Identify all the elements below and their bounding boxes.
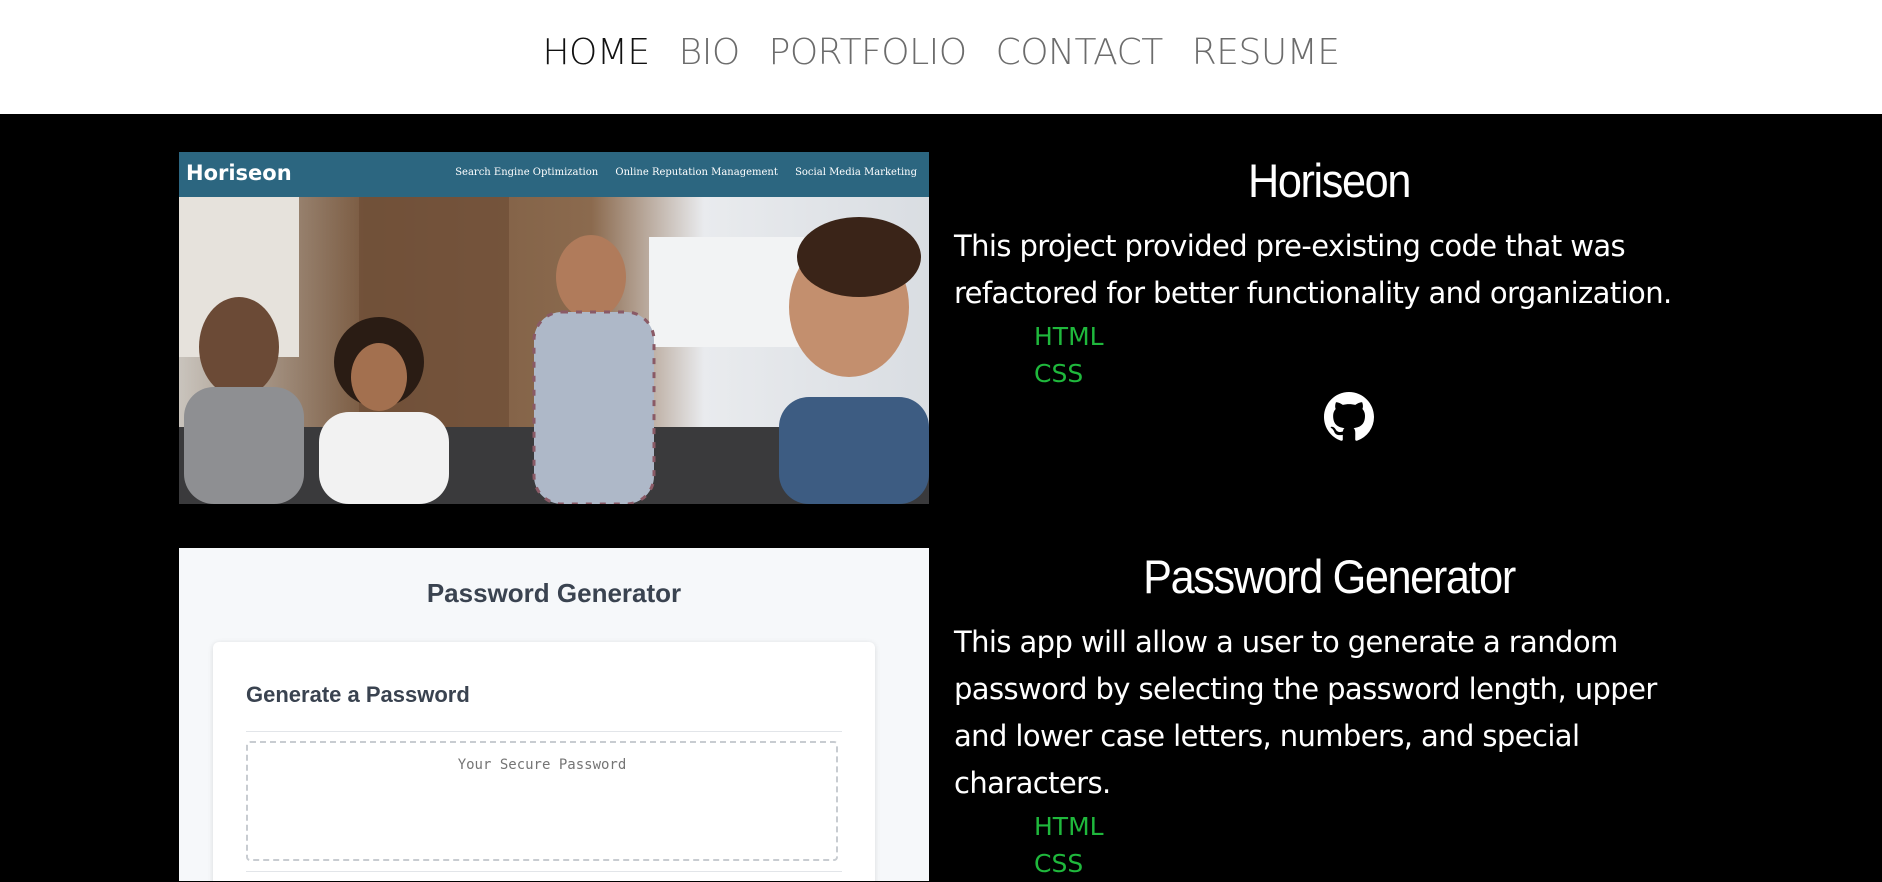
project-description-password-generator: This app will allow a user to generate a… <box>954 625 1657 800</box>
horiseon-link-orm: Online Reputation Management <box>615 167 778 178</box>
tech-item: HTML <box>1034 322 1104 351</box>
horiseon-logo: Horiseon <box>186 161 292 185</box>
tech-item: CSS <box>1034 359 1084 388</box>
project-title-horiseon: Horiseon <box>1247 154 1411 207</box>
horiseon-link-smm: Social Media Marketing <box>795 167 917 178</box>
nav-links: HOME BIO PORTFOLIO CONTACT RESUME <box>0 32 1882 73</box>
password-output[interactable] <box>246 741 838 861</box>
project-description-horiseon: This project provided pre-existing code … <box>954 229 1672 310</box>
github-icon[interactable] <box>1324 392 1374 442</box>
pg-divider <box>246 871 842 872</box>
tech-item: HTML <box>1034 812 1104 841</box>
top-nav: HOME BIO PORTFOLIO CONTACT RESUME <box>0 0 1882 114</box>
nav-portfolio-link[interactable]: PORTFOLIO <box>769 32 967 73</box>
project-title-password-generator: Password Generator <box>1143 550 1516 603</box>
horiseon-link-seo: Search Engine Optimization <box>455 167 599 178</box>
pg-card-heading: Generate a Password <box>246 682 470 707</box>
nav-home-link[interactable]: HOME <box>542 32 650 73</box>
pg-card: Generate a Password <box>213 642 875 881</box>
pg-page-heading: Password Generator <box>426 578 682 608</box>
nav-resume-link[interactable]: RESUME <box>1192 32 1340 73</box>
office-team-photo <box>179 197 929 504</box>
horiseon-screenshot[interactable]: Horiseon Search Engine Optimization Onli… <box>179 152 929 504</box>
password-generator-screenshot[interactable]: Password Generator Generate a Password <box>179 548 929 881</box>
nav-contact-link[interactable]: CONTACT <box>996 32 1164 73</box>
tech-item: CSS <box>1034 849 1084 878</box>
horiseon-header-bar: Horiseon Search Engine Optimization Onli… <box>179 152 929 197</box>
horiseon-header-links: Search Engine Optimization Online Reputa… <box>441 167 917 178</box>
pg-divider <box>246 731 842 732</box>
nav-bio-link[interactable]: BIO <box>679 32 741 73</box>
